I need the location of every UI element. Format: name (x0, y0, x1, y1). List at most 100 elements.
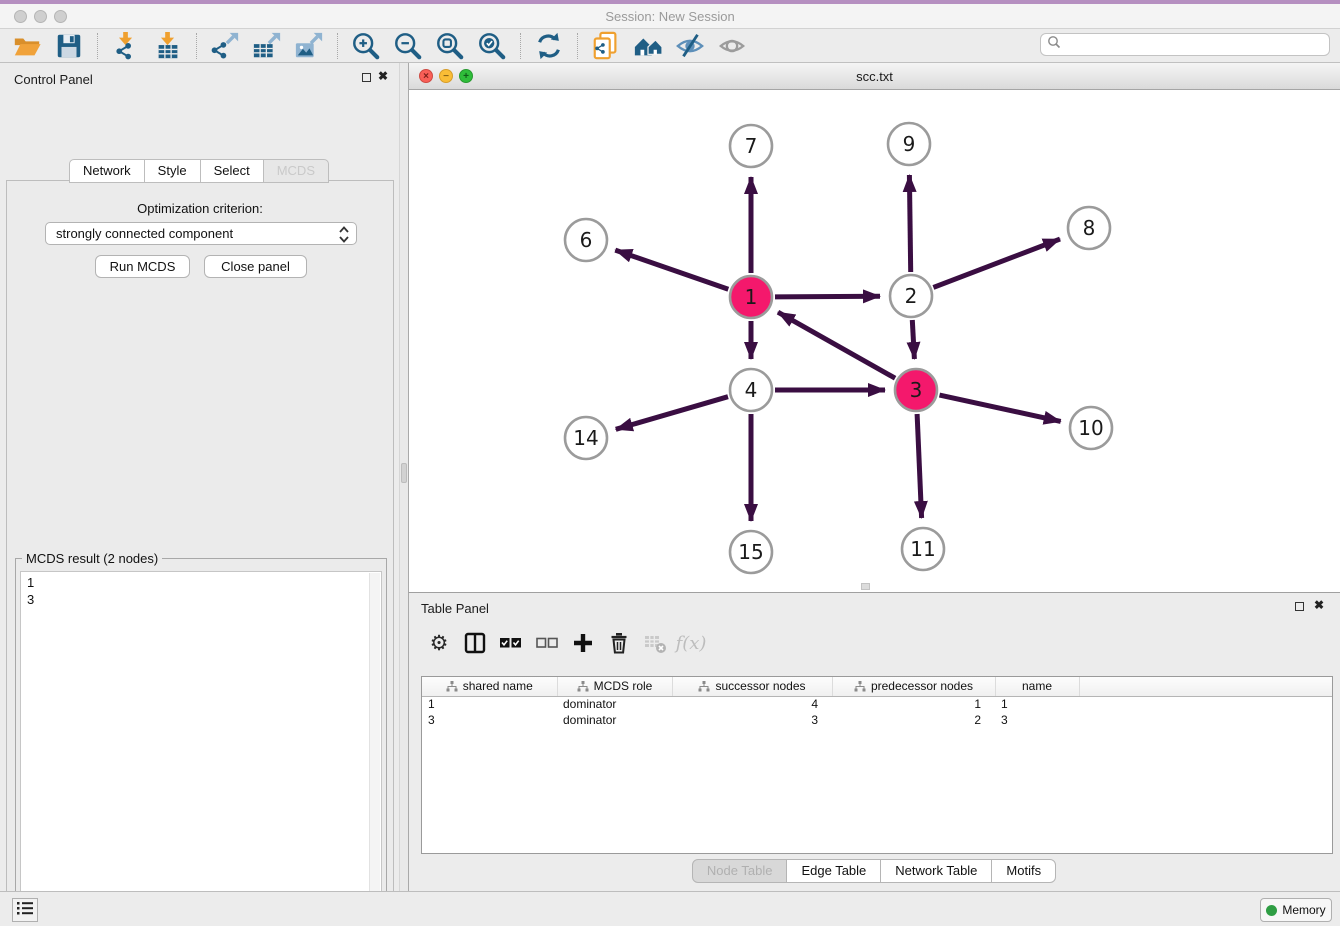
memory-button[interactable]: Memory (1260, 898, 1332, 922)
column-header-successor-nodes[interactable]: successor nodes (672, 677, 832, 696)
zoom-selected-icon[interactable] (475, 30, 509, 62)
column-header-name[interactable]: name (995, 677, 1079, 696)
show-panels-icon[interactable] (715, 30, 749, 62)
graph-node-9[interactable]: 9 (888, 123, 930, 165)
cell[interactable]: 1 (832, 696, 995, 712)
export-network-icon[interactable] (208, 30, 242, 62)
graph-node-11[interactable]: 11 (902, 528, 944, 570)
select-all-columns-icon[interactable] (493, 629, 529, 657)
search-icon (1046, 34, 1062, 55)
export-image-icon[interactable] (292, 30, 326, 62)
edge-3-11[interactable] (917, 414, 922, 518)
table-panel-tabs: Node TableEdge TableNetwork TableMotifs (409, 859, 1340, 883)
close-panel-button[interactable]: Close panel (204, 255, 307, 278)
zoom-out-icon[interactable] (391, 30, 425, 62)
edge-1-2[interactable] (775, 296, 880, 297)
home-view-icon[interactable] (631, 30, 665, 62)
graph-node-1[interactable]: 1 (730, 276, 772, 318)
zoom-in-icon[interactable] (349, 30, 383, 62)
node-table[interactable]: shared nameMCDS rolesuccessor nodesprede… (421, 676, 1333, 854)
network-graph-canvas[interactable]: 7 9 6 8 1 2 4 3 14 10 15 11 (409, 90, 1340, 592)
edge-1-6[interactable] (615, 250, 728, 289)
tab-network[interactable]: Network (69, 159, 145, 183)
tab-select[interactable]: Select (200, 159, 264, 183)
close-panel-icon[interactable]: ✖ (378, 69, 388, 83)
tab-edge-table[interactable]: Edge Table (786, 859, 881, 883)
graph-node-6[interactable]: 6 (565, 219, 607, 261)
cell[interactable]: 4 (672, 696, 832, 712)
control-panel: Control Panel ✖ NetworkStyleSelectMCDS O… (0, 63, 400, 891)
tab-style[interactable]: Style (144, 159, 201, 183)
select-stepper-icon (336, 225, 352, 247)
graph-node-8[interactable]: 8 (1068, 207, 1110, 249)
zoom-fit-icon[interactable] (433, 30, 467, 62)
mcds-result-textarea[interactable]: 1 3 (20, 571, 382, 926)
splitter-handle[interactable] (401, 463, 407, 483)
cell[interactable]: dominator (557, 696, 672, 712)
cell[interactable]: dominator (557, 712, 672, 728)
optimization-criterion-select[interactable]: strongly connected component (45, 222, 357, 245)
canvas-scroll-handle[interactable] (861, 583, 870, 590)
toolbar-separator (196, 33, 197, 59)
result-scrollbar[interactable] (369, 573, 380, 926)
search-input[interactable] (1062, 38, 1329, 52)
edge-2-8[interactable] (933, 239, 1060, 287)
tab-node-table[interactable]: Node Table (692, 859, 788, 883)
cell[interactable]: 3 (422, 712, 557, 728)
tab-mcds[interactable]: MCDS (263, 159, 329, 183)
graph-node-15[interactable]: 15 (730, 531, 772, 573)
close-table-panel-icon[interactable]: ✖ (1314, 598, 1324, 612)
column-header-shared-name[interactable]: shared name (422, 677, 557, 696)
task-history-button[interactable] (12, 898, 38, 922)
edge-4-14[interactable] (616, 397, 728, 430)
cell[interactable]: 2 (832, 712, 995, 728)
toolbar-separator (97, 33, 98, 59)
svg-text:9: 9 (903, 132, 916, 156)
open-session-icon[interactable] (10, 30, 44, 62)
network-graph[interactable]: 7 9 6 8 1 2 4 3 14 10 15 11 (409, 90, 1340, 592)
deselect-all-columns-icon[interactable] (529, 629, 565, 657)
export-table-icon[interactable] (250, 30, 284, 62)
column-header-MCDS-role[interactable]: MCDS role (557, 677, 672, 696)
cell[interactable]: 3 (672, 712, 832, 728)
graph-node-4[interactable]: 4 (730, 369, 772, 411)
app-titlebar[interactable]: Session: New Session (0, 4, 1340, 29)
settings-gear-icon[interactable]: ⚙ (421, 629, 457, 657)
duplicate-network-icon[interactable] (589, 30, 623, 62)
graph-node-7[interactable]: 7 (730, 125, 772, 167)
refresh-icon[interactable] (532, 30, 566, 62)
import-table-icon[interactable] (151, 30, 185, 62)
save-session-icon[interactable] (52, 30, 86, 62)
edge-2-9[interactable] (909, 175, 910, 272)
delete-column-icon[interactable] (601, 629, 637, 657)
tab-network-table[interactable]: Network Table (880, 859, 992, 883)
search-box[interactable] (1040, 33, 1330, 56)
cell[interactable]: 1 (422, 696, 557, 712)
graph-node-14[interactable]: 14 (565, 417, 607, 459)
import-network-icon[interactable] (109, 30, 143, 62)
graph-node-2[interactable]: 2 (890, 275, 932, 317)
table-row[interactable]: 3dominator323 (422, 712, 1332, 728)
edge-3-10[interactable] (940, 395, 1061, 421)
add-column-icon[interactable] (565, 629, 601, 657)
float-panel-icon[interactable] (362, 73, 371, 82)
edge-2-3[interactable] (912, 320, 914, 359)
network-window-titlebar[interactable]: × − + scc.txt (409, 63, 1340, 90)
optimization-criterion-value: strongly connected component (56, 226, 233, 241)
graph-node-10[interactable]: 10 (1070, 407, 1112, 449)
svg-text:15: 15 (738, 540, 763, 564)
mcds-result-title: MCDS result (2 nodes) (22, 551, 162, 566)
memory-label: Memory (1282, 903, 1325, 917)
graph-node-3[interactable]: 3 (895, 369, 937, 411)
cell[interactable]: 1 (995, 696, 1079, 712)
float-table-panel-icon[interactable] (1295, 602, 1304, 611)
column-header-predecessor-nodes[interactable]: predecessor nodes (832, 677, 995, 696)
panel-splitter[interactable] (400, 63, 408, 891)
tab-motifs[interactable]: Motifs (991, 859, 1056, 883)
table-row[interactable]: 1dominator411 (422, 696, 1332, 712)
column-layout-icon[interactable] (457, 629, 493, 657)
edge-3-1[interactable] (778, 312, 895, 378)
cell[interactable]: 3 (995, 712, 1079, 728)
hide-panels-icon[interactable] (673, 30, 707, 62)
run-mcds-button[interactable]: Run MCDS (95, 255, 190, 278)
